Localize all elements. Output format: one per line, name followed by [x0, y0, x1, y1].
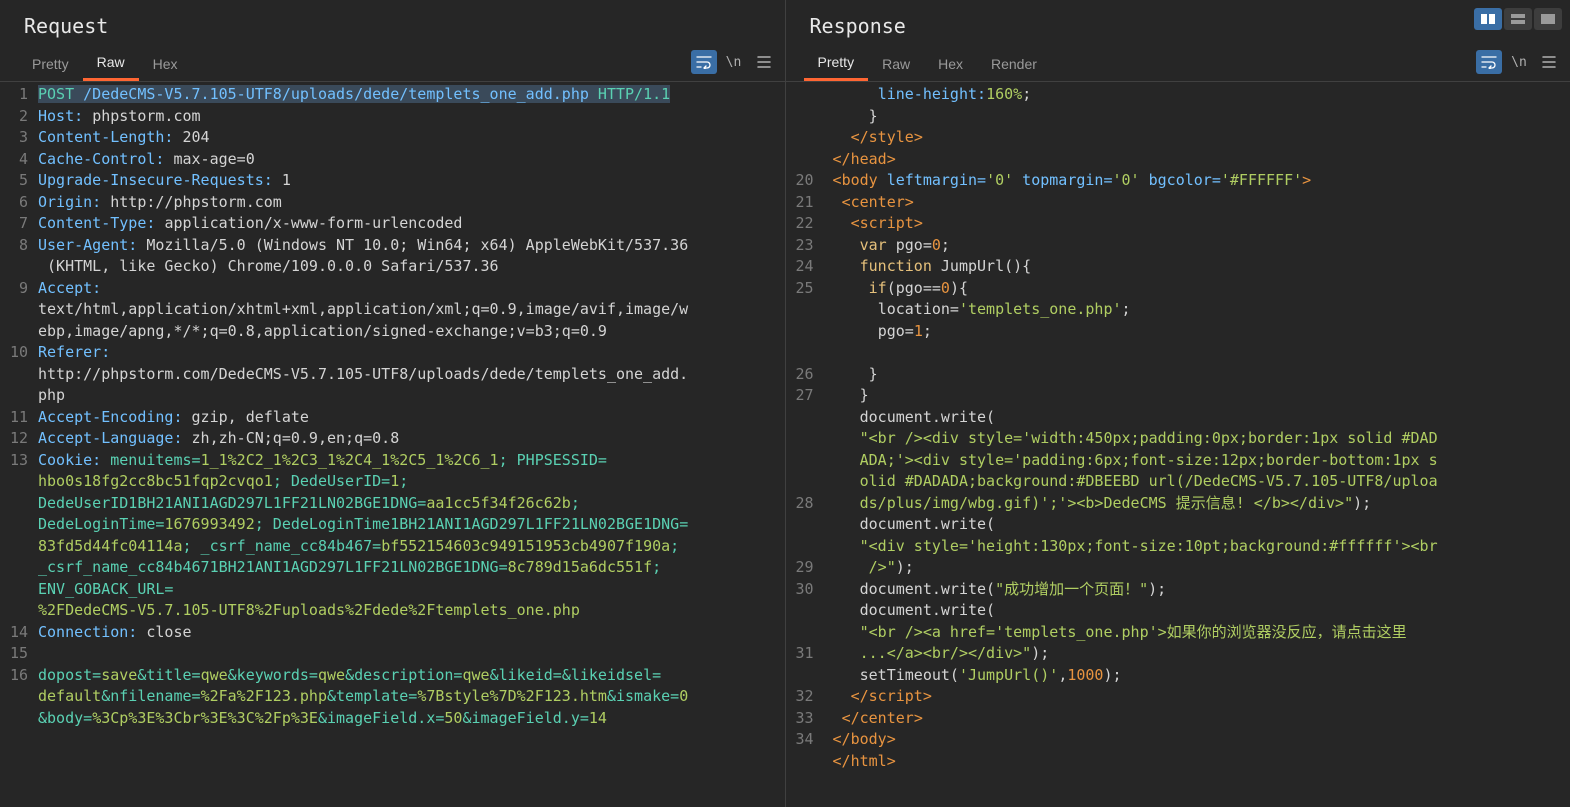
request-title: Request	[0, 0, 785, 46]
response-gutter: 202122232425 2627 28 2930 31 323334	[786, 82, 822, 807]
layout-rows-icon[interactable]	[1504, 8, 1532, 30]
layout-columns-icon[interactable]	[1474, 8, 1502, 30]
wrap-icon[interactable]	[1476, 50, 1502, 74]
newline-icon[interactable]: \n	[1506, 50, 1532, 74]
response-tab-row: Pretty Raw Hex Render \n	[786, 46, 1570, 82]
tab-pretty[interactable]: Pretty	[804, 46, 869, 81]
tab-render[interactable]: Render	[977, 48, 1051, 80]
response-panel: Response Pretty Raw Hex Render \n 202122…	[786, 0, 1570, 807]
request-editor[interactable]: 12345678 9 10 111213 141516 POST /DedeCM…	[0, 82, 785, 807]
request-code[interactable]: POST /DedeCMS-V5.7.105-UTF8/uploads/dede…	[36, 82, 785, 807]
newline-icon[interactable]: \n	[721, 50, 747, 74]
tab-raw[interactable]: Raw	[868, 48, 924, 80]
layout-single-icon[interactable]	[1534, 8, 1562, 30]
menu-icon[interactable]	[1536, 50, 1562, 74]
tab-hex[interactable]: Hex	[139, 48, 192, 80]
request-panel: Request Pretty Raw Hex \n 12345678 9 10 …	[0, 0, 786, 807]
tab-pretty[interactable]: Pretty	[18, 48, 83, 80]
layout-tools	[1474, 8, 1562, 30]
wrap-icon[interactable]	[691, 50, 717, 74]
menu-icon[interactable]	[751, 50, 777, 74]
response-title: Response	[786, 0, 1570, 46]
tab-raw[interactable]: Raw	[83, 46, 139, 81]
response-editor[interactable]: 202122232425 2627 28 2930 31 323334 line…	[786, 82, 1570, 807]
response-code[interactable]: line-height:160%; } </style> </head> <bo…	[822, 82, 1570, 807]
request-tab-row: Pretty Raw Hex \n	[0, 46, 785, 82]
request-gutter: 12345678 9 10 111213 141516	[0, 82, 36, 807]
tab-hex[interactable]: Hex	[924, 48, 977, 80]
